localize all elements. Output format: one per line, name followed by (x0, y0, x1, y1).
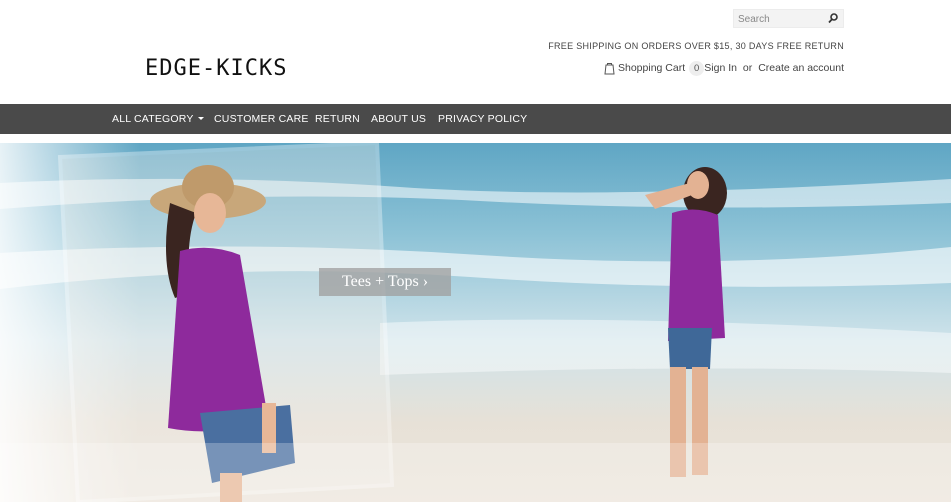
nav-about-us[interactable]: ABOUT US (371, 104, 426, 134)
nav-return[interactable]: RETURN (315, 104, 360, 134)
cart-count-badge: 0 (689, 60, 705, 76)
site-logo[interactable]: EDGE-KICKS (145, 56, 287, 81)
account-separator: or (742, 62, 753, 74)
nav-customer-care[interactable]: CUSTOMER CARE (214, 104, 309, 134)
hero-beach-image (0, 143, 951, 502)
sign-in-link[interactable]: Sign In (704, 62, 737, 74)
free-shipping-banner: FREE SHIPPING ON ORDERS OVER $15, 30 DAY… (548, 41, 844, 51)
nav-all-category[interactable]: ALL CATEGORY (112, 104, 204, 134)
nav-privacy-policy[interactable]: PRIVACY POLICY (438, 104, 527, 134)
search-icon[interactable] (827, 12, 839, 25)
caret-down-icon (197, 117, 204, 120)
shopping-bag-icon (604, 62, 615, 74)
create-account-link[interactable]: Create an account (758, 62, 844, 74)
main-nav: ALL CATEGORY CUSTOMER CARE RETURN ABOUT … (0, 104, 951, 134)
hero-banner[interactable]: Tees + Tops › (0, 143, 951, 502)
account-links: Sign In or Create an account (704, 62, 844, 74)
tees-tops-button[interactable]: Tees + Tops › (319, 268, 451, 296)
cart-label: Shopping Cart (618, 62, 686, 74)
shopping-cart-link[interactable]: Shopping Cart 0 (604, 59, 705, 77)
search-input[interactable] (738, 12, 824, 26)
nav-all-category-label: ALL CATEGORY (112, 113, 194, 125)
site-header: EDGE-KICKS FREE SHIPPING ON ORDERS OVER … (0, 0, 951, 104)
search-bar (733, 9, 844, 28)
